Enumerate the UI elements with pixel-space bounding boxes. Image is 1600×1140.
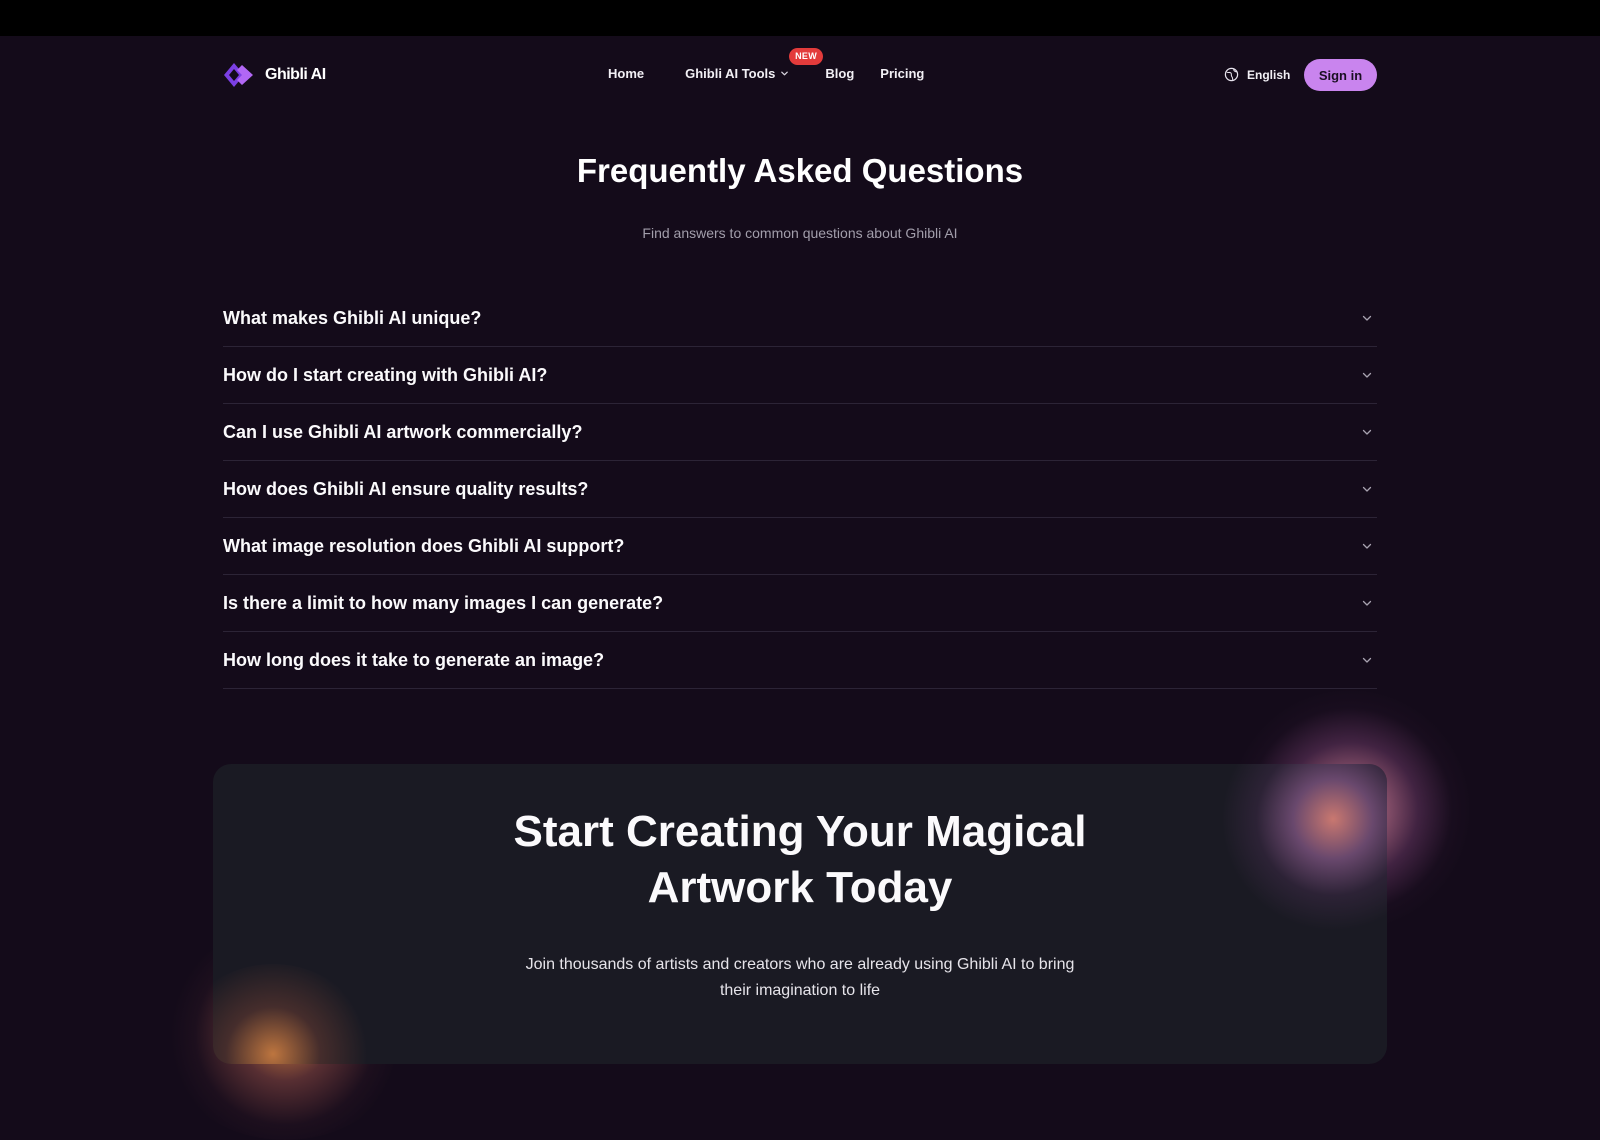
chevron-down-icon <box>1362 486 1372 492</box>
faq-question: How does Ghibli AI ensure quality result… <box>223 478 589 499</box>
nav-tools-label: Ghibli AI Tools <box>685 66 776 81</box>
cta-card: Start Creating Your Magical Artwork Toda… <box>213 764 1387 1064</box>
chevron-down-icon <box>1362 372 1372 378</box>
faq-question: How long does it take to generate an ima… <box>223 649 605 670</box>
faq-item[interactable]: What image resolution does Ghibli AI sup… <box>223 518 1377 575</box>
logo-text: Ghibli AI <box>265 66 326 83</box>
language-selector[interactable]: English <box>1224 67 1290 82</box>
new-badge: NEW <box>789 48 824 65</box>
browser-top-bar <box>0 0 1600 36</box>
cta-subtitle: Join thousands of artists and creators w… <box>475 952 1125 1004</box>
navbar: Ghibli AI Home Ghibli AI Tools NEW Blog … <box>0 36 1600 114</box>
chevron-down-icon <box>1362 657 1372 663</box>
faq-item[interactable]: How do I start creating with Ghibli AI? <box>223 347 1377 404</box>
chevron-down-icon <box>1362 429 1372 435</box>
cta-subtitle-line: their imagination to life <box>719 982 881 999</box>
faq-item[interactable]: Is there a limit to how many images I ca… <box>223 575 1377 632</box>
chevron-down-icon <box>1362 543 1372 549</box>
faq-item[interactable]: How does Ghibli AI ensure quality result… <box>223 461 1377 518</box>
chevron-down-icon <box>1362 600 1372 606</box>
faq-question: Can I use Ghibli AI artwork commercially… <box>223 421 583 442</box>
globe-icon <box>1224 67 1239 82</box>
cta-title-line: Artwork Today <box>647 863 953 912</box>
faq-question: What image resolution does Ghibli AI sup… <box>223 535 625 556</box>
nav-pricing[interactable]: Pricing <box>880 66 924 81</box>
faq-question: Is there a limit to how many images I ca… <box>223 592 664 613</box>
faq-list: What makes Ghibli AI unique? How do I st… <box>223 290 1377 689</box>
faq-title: Frequently Asked Questions <box>576 152 1024 189</box>
cta-title: Start Creating Your Magical Artwork Toda… <box>213 804 1387 916</box>
logo[interactable]: Ghibli AI <box>223 62 326 88</box>
faq-question: How do I start creating with Ghibli AI? <box>223 364 548 385</box>
faq-item[interactable]: Can I use Ghibli AI artwork commercially… <box>223 404 1377 461</box>
decorative-glow <box>213 964 373 1064</box>
nav-links: Home Ghibli AI Tools NEW Blog Pricing <box>608 48 924 81</box>
language-label: English <box>1247 67 1291 82</box>
cta-subtitle-line: Join thousands of artists and creators w… <box>525 956 1075 973</box>
faq-question: What makes Ghibli AI unique? <box>223 307 482 328</box>
faq-item[interactable]: How long does it take to generate an ima… <box>223 632 1377 689</box>
cta-title-line: Start Creating Your Magical <box>513 807 1087 856</box>
chevron-down-icon <box>1362 315 1372 321</box>
nav-home[interactable]: Home <box>608 66 644 81</box>
faq-subtitle: Find answers to common questions about G… <box>642 225 958 241</box>
diamond-logo-icon <box>224 63 253 87</box>
sign-in-button[interactable]: Sign in <box>1304 59 1377 91</box>
faq-item[interactable]: What makes Ghibli AI unique? <box>223 290 1377 347</box>
nav-blog[interactable]: Blog <box>825 66 854 81</box>
nav-ghibli-ai-tools[interactable]: Ghibli AI Tools NEW <box>685 48 824 81</box>
chevron-down-icon <box>781 71 789 76</box>
